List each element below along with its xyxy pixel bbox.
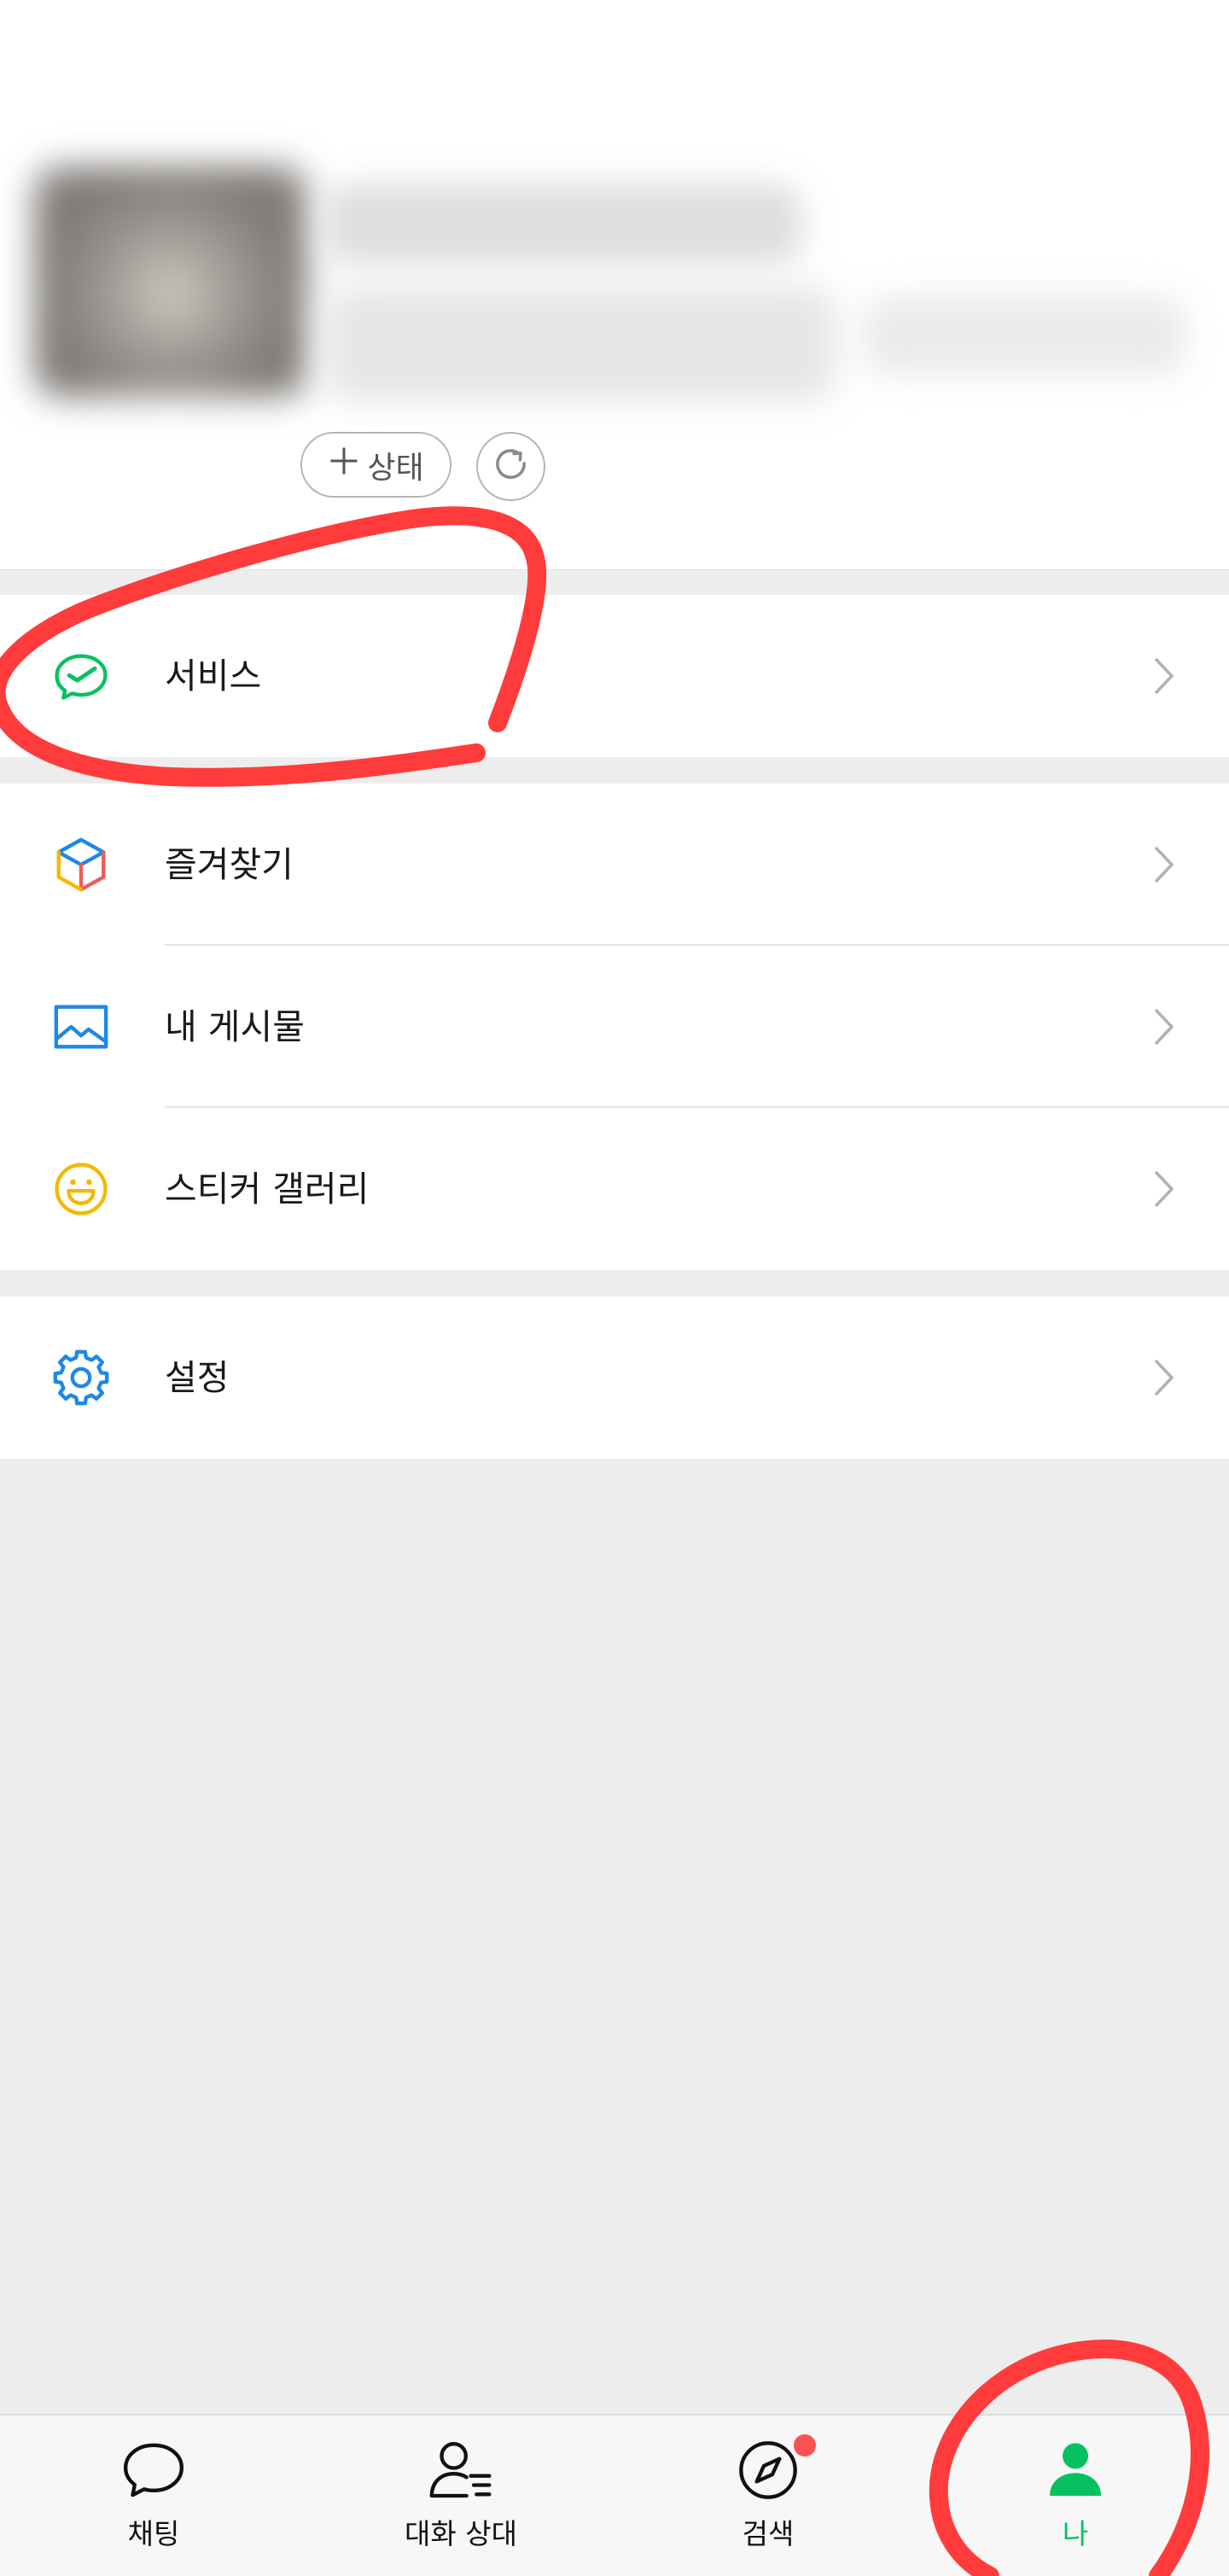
tab-me[interactable]: 나 xyxy=(922,2416,1229,2576)
plus-icon xyxy=(328,445,360,485)
compass-icon xyxy=(734,2436,802,2504)
menu-item-label: 즐겨찾기 xyxy=(165,844,294,885)
notification-dot-badge xyxy=(794,2434,816,2457)
chevron-right-icon xyxy=(1153,656,1176,696)
menu-item-service[interactable]: 서비스 xyxy=(0,595,1229,757)
menu-item-favorites[interactable]: 즐겨찾기 xyxy=(0,784,1229,946)
tab-discover[interactable]: 검색 xyxy=(614,2416,922,2576)
contacts-icon xyxy=(427,2436,495,2504)
menu-group-services: 서비스 xyxy=(0,595,1229,757)
avatar[interactable] xyxy=(34,166,307,397)
chevron-right-icon xyxy=(1153,845,1176,884)
tab-label: 대화 상대 xyxy=(405,2517,517,2550)
chevron-right-icon xyxy=(1153,1169,1176,1209)
person-icon xyxy=(1041,2436,1110,2504)
tab-contacts[interactable]: 대화 상대 xyxy=(307,2416,614,2576)
menu-item-label: 설정 xyxy=(165,1357,230,1398)
cube-icon xyxy=(51,835,111,895)
bottom-tab-bar: 채팅 대화 상대 검색 나 xyxy=(0,2414,1229,2576)
profile-header: 상태 xyxy=(0,0,1229,570)
menu-item-sticker-gallery[interactable]: 스티커 갤러리 xyxy=(0,1108,1229,1270)
add-status-label: 상태 xyxy=(367,450,424,486)
chat-bubble-icon xyxy=(119,2436,188,2504)
tab-label: 검색 xyxy=(742,2517,795,2550)
chat-check-icon xyxy=(51,646,111,706)
menu-group-settings: 설정 xyxy=(0,1297,1229,1459)
profile-id[interactable] xyxy=(324,286,836,401)
menu-item-my-posts[interactable]: 내 게시물 xyxy=(0,946,1229,1108)
tab-label: 채팅 xyxy=(127,2517,180,2550)
gear-icon xyxy=(51,1348,111,1407)
smiley-icon xyxy=(51,1159,111,1219)
refresh-icon xyxy=(490,444,533,490)
menu-item-label: 내 게시물 xyxy=(165,1006,305,1047)
profile-name[interactable] xyxy=(324,184,802,265)
tab-label: 나 xyxy=(1062,2517,1089,2550)
picture-icon xyxy=(51,997,111,1057)
chevron-right-icon xyxy=(1153,1358,1176,1397)
add-status-button[interactable]: 상태 xyxy=(300,432,451,498)
menu-item-settings[interactable]: 설정 xyxy=(0,1297,1229,1459)
chevron-right-icon xyxy=(1153,1007,1176,1046)
tab-chats[interactable]: 채팅 xyxy=(0,2416,307,2576)
profile-qr-area[interactable] xyxy=(862,294,1186,376)
refresh-status-button[interactable] xyxy=(476,432,545,501)
menu-group-content: 즐겨찾기 내 게시물 스티커 갤러리 xyxy=(0,784,1229,1270)
menu-item-label: 스티커 갤러리 xyxy=(165,1169,370,1209)
menu-item-label: 서비스 xyxy=(165,656,262,696)
